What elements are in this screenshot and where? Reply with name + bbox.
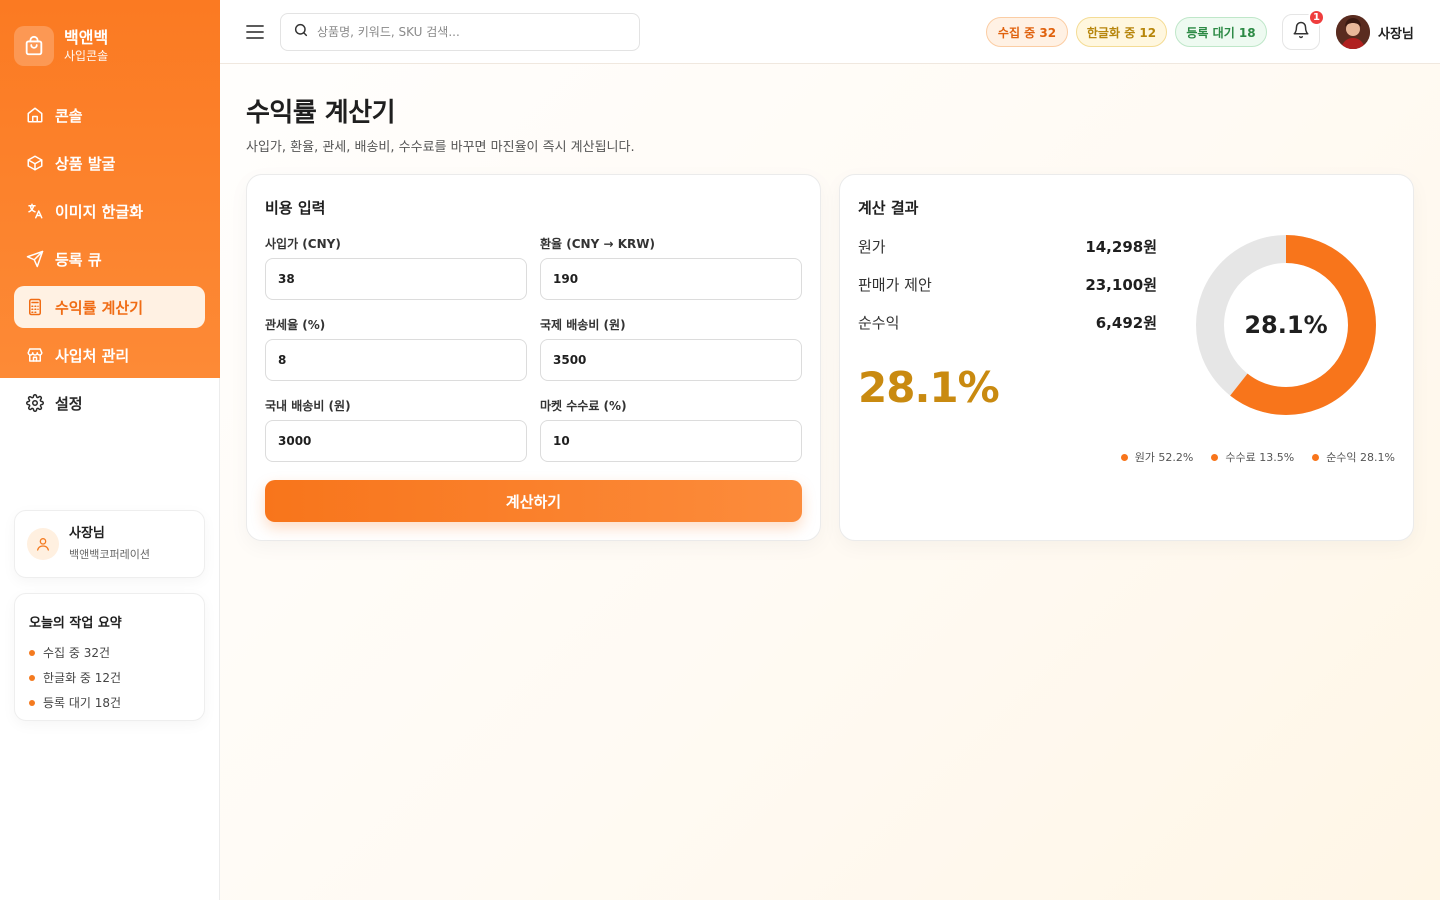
summary-item-text: 등록 대기 18건: [43, 696, 122, 710]
user-name: 사장님: [1378, 26, 1414, 42]
summary-item: 한글화 중 12건: [29, 665, 190, 690]
avatar: [1336, 15, 1370, 49]
search-icon: [293, 22, 309, 42]
home-icon: [26, 106, 44, 124]
user-icon: [27, 528, 59, 560]
result-label-cost: 원가: [858, 238, 886, 256]
summary-title: 오늘의 작업 요약: [29, 616, 122, 631]
international-shipping-input[interactable]: [540, 339, 802, 381]
legend-item-cost: 원가 52.2%: [1120, 449, 1194, 465]
page-title: 수익률 계산기: [246, 98, 396, 128]
sidebar-item-label: 수익률 계산기: [55, 298, 144, 317]
summary-item: 수집 중 32건: [29, 640, 190, 665]
sidebar-item-label: 등록 큐: [55, 250, 102, 269]
sidebar-item-label: 콘솔: [55, 106, 83, 125]
user-menu[interactable]: 사장님: [1336, 15, 1414, 49]
legend-item-net-profit: 순수익 28.1%: [1312, 449, 1395, 465]
summary-item: 등록 대기 18건: [29, 690, 190, 715]
donut-center-label: 28.1%: [1244, 311, 1328, 339]
summary-item-text: 수집 중 32건: [43, 646, 111, 660]
sidebar-item-label: 이미지 한글화: [55, 202, 144, 221]
translate-icon: [26, 202, 44, 220]
status-badge-pending-registration[interactable]: 등록 대기 18: [1175, 17, 1267, 47]
topbar: 수집 중 32 한글화 중 12 등록 대기 18 1 사장님: [220, 0, 1440, 64]
sidebar-item-settings[interactable]: 설정: [14, 382, 205, 424]
send-icon: [26, 250, 44, 268]
chart-legend: 원가 52.2% 수수료 13.5% 순수익 28.1%: [1103, 449, 1395, 465]
bullet-dot: [29, 699, 35, 706]
sidebar-item-supplier-management[interactable]: 사입처 관리: [14, 334, 205, 376]
sidebar-nav: 콘솔 상품 발굴 이미지 한글화 등록 큐 수익률 계산기 사입처 관리 설정: [14, 94, 205, 430]
brand[interactable]: 백앤백 사입콘솔: [14, 26, 108, 66]
market-fee-input[interactable]: [540, 420, 802, 462]
exchange-rate-input[interactable]: [540, 258, 802, 300]
sidebar-item-registration-queue[interactable]: 등록 큐: [14, 238, 205, 280]
page-description: 사입가, 환율, 관세, 배송비, 수수료를 바꾸면 마진율이 즉시 계산됩니다…: [246, 140, 635, 155]
profile-organization: 백앤백코퍼레이션: [69, 548, 150, 561]
card-title: 계산 결과: [858, 199, 919, 217]
domestic-shipping-input[interactable]: [265, 420, 527, 462]
margin-rate-display: 28.1%: [858, 363, 1000, 412]
result-value-suggested-price: 23,100원: [1085, 276, 1157, 294]
bullet-dot: [29, 649, 35, 656]
status-badge-localizing[interactable]: 한글화 중 12: [1076, 17, 1167, 47]
legend-dot: [1120, 453, 1128, 461]
legend-dot: [1312, 453, 1320, 461]
summary-item-text: 한글화 중 12건: [43, 671, 122, 685]
field-label: 국내 배송비 (원): [265, 399, 351, 413]
result-value-cost: 14,298원: [1085, 238, 1157, 256]
store-icon: [26, 346, 44, 364]
box-icon: [26, 154, 44, 172]
cost-input-card: 비용 입력 사입가 (CNY) 환율 (CNY → KRW) 관세율 (%) 국…: [246, 174, 821, 541]
sidebar-item-label: 설정: [55, 394, 83, 413]
brand-subtitle: 사입콘솔: [64, 49, 109, 63]
tariff-rate-input[interactable]: [265, 339, 527, 381]
field-label: 환율 (CNY → KRW): [540, 237, 655, 251]
calculation-result-card: 계산 결과 원가 14,298원 판매가 제안 23,100원 순수익 6,49…: [839, 174, 1414, 541]
today-summary-card: 오늘의 작업 요약 수집 중 32건 한글화 중 12건 등록 대기 18건: [14, 593, 205, 721]
shopping-bag-icon: [14, 26, 54, 66]
sidebar-item-label: 상품 발굴: [55, 154, 116, 173]
field-label: 국제 배송비 (원): [540, 318, 626, 332]
result-label-suggested-price: 판매가 제안: [858, 276, 932, 294]
purchase-price-input[interactable]: [265, 258, 527, 300]
card-title: 비용 입력: [265, 199, 326, 217]
result-value-net-profit: 6,492원: [1095, 314, 1157, 332]
search-bar[interactable]: [280, 13, 640, 51]
margin-donut-chart: 28.1%: [1195, 234, 1377, 416]
search-input[interactable]: [317, 25, 617, 39]
brand-name: 백앤백: [64, 28, 109, 47]
legend-label: 순수익 28.1%: [1326, 451, 1395, 464]
notification-count-badge: 1: [1308, 9, 1325, 26]
bullet-dot: [29, 674, 35, 681]
profile-name: 사장님: [69, 526, 105, 541]
legend-label: 수수료 13.5%: [1225, 451, 1295, 464]
legend-item-fee: 수수료 13.5%: [1211, 449, 1294, 465]
sidebar-item-product-sourcing[interactable]: 상품 발굴: [14, 142, 205, 184]
bell-icon: [1292, 21, 1310, 43]
sidebar-item-profit-calculator[interactable]: 수익률 계산기: [14, 286, 205, 328]
gear-icon: [26, 394, 44, 412]
profile-card[interactable]: 사장님 백앤백코퍼레이션: [14, 510, 205, 578]
sidebar-item-image-localization[interactable]: 이미지 한글화: [14, 190, 205, 232]
calculate-button[interactable]: 계산하기: [265, 480, 802, 522]
status-badge-collecting[interactable]: 수집 중 32: [986, 17, 1068, 47]
field-label: 사입가 (CNY): [265, 237, 341, 251]
hamburger-menu-icon[interactable]: [244, 20, 266, 44]
sidebar-item-label: 사입처 관리: [55, 346, 130, 365]
sidebar: 백앤백 사입콘솔 콘솔 상품 발굴 이미지 한글화 등록 큐 수익률 계산기 사…: [0, 0, 220, 900]
field-label: 관세율 (%): [265, 318, 326, 332]
result-label-net-profit: 순수익: [858, 314, 900, 332]
legend-label: 원가 52.2%: [1134, 451, 1194, 464]
legend-dot: [1211, 453, 1219, 461]
sidebar-item-console[interactable]: 콘솔: [14, 94, 205, 136]
calculator-icon: [26, 298, 44, 316]
field-label: 마켓 수수료 (%): [540, 399, 627, 413]
notification-button[interactable]: 1: [1282, 9, 1325, 50]
